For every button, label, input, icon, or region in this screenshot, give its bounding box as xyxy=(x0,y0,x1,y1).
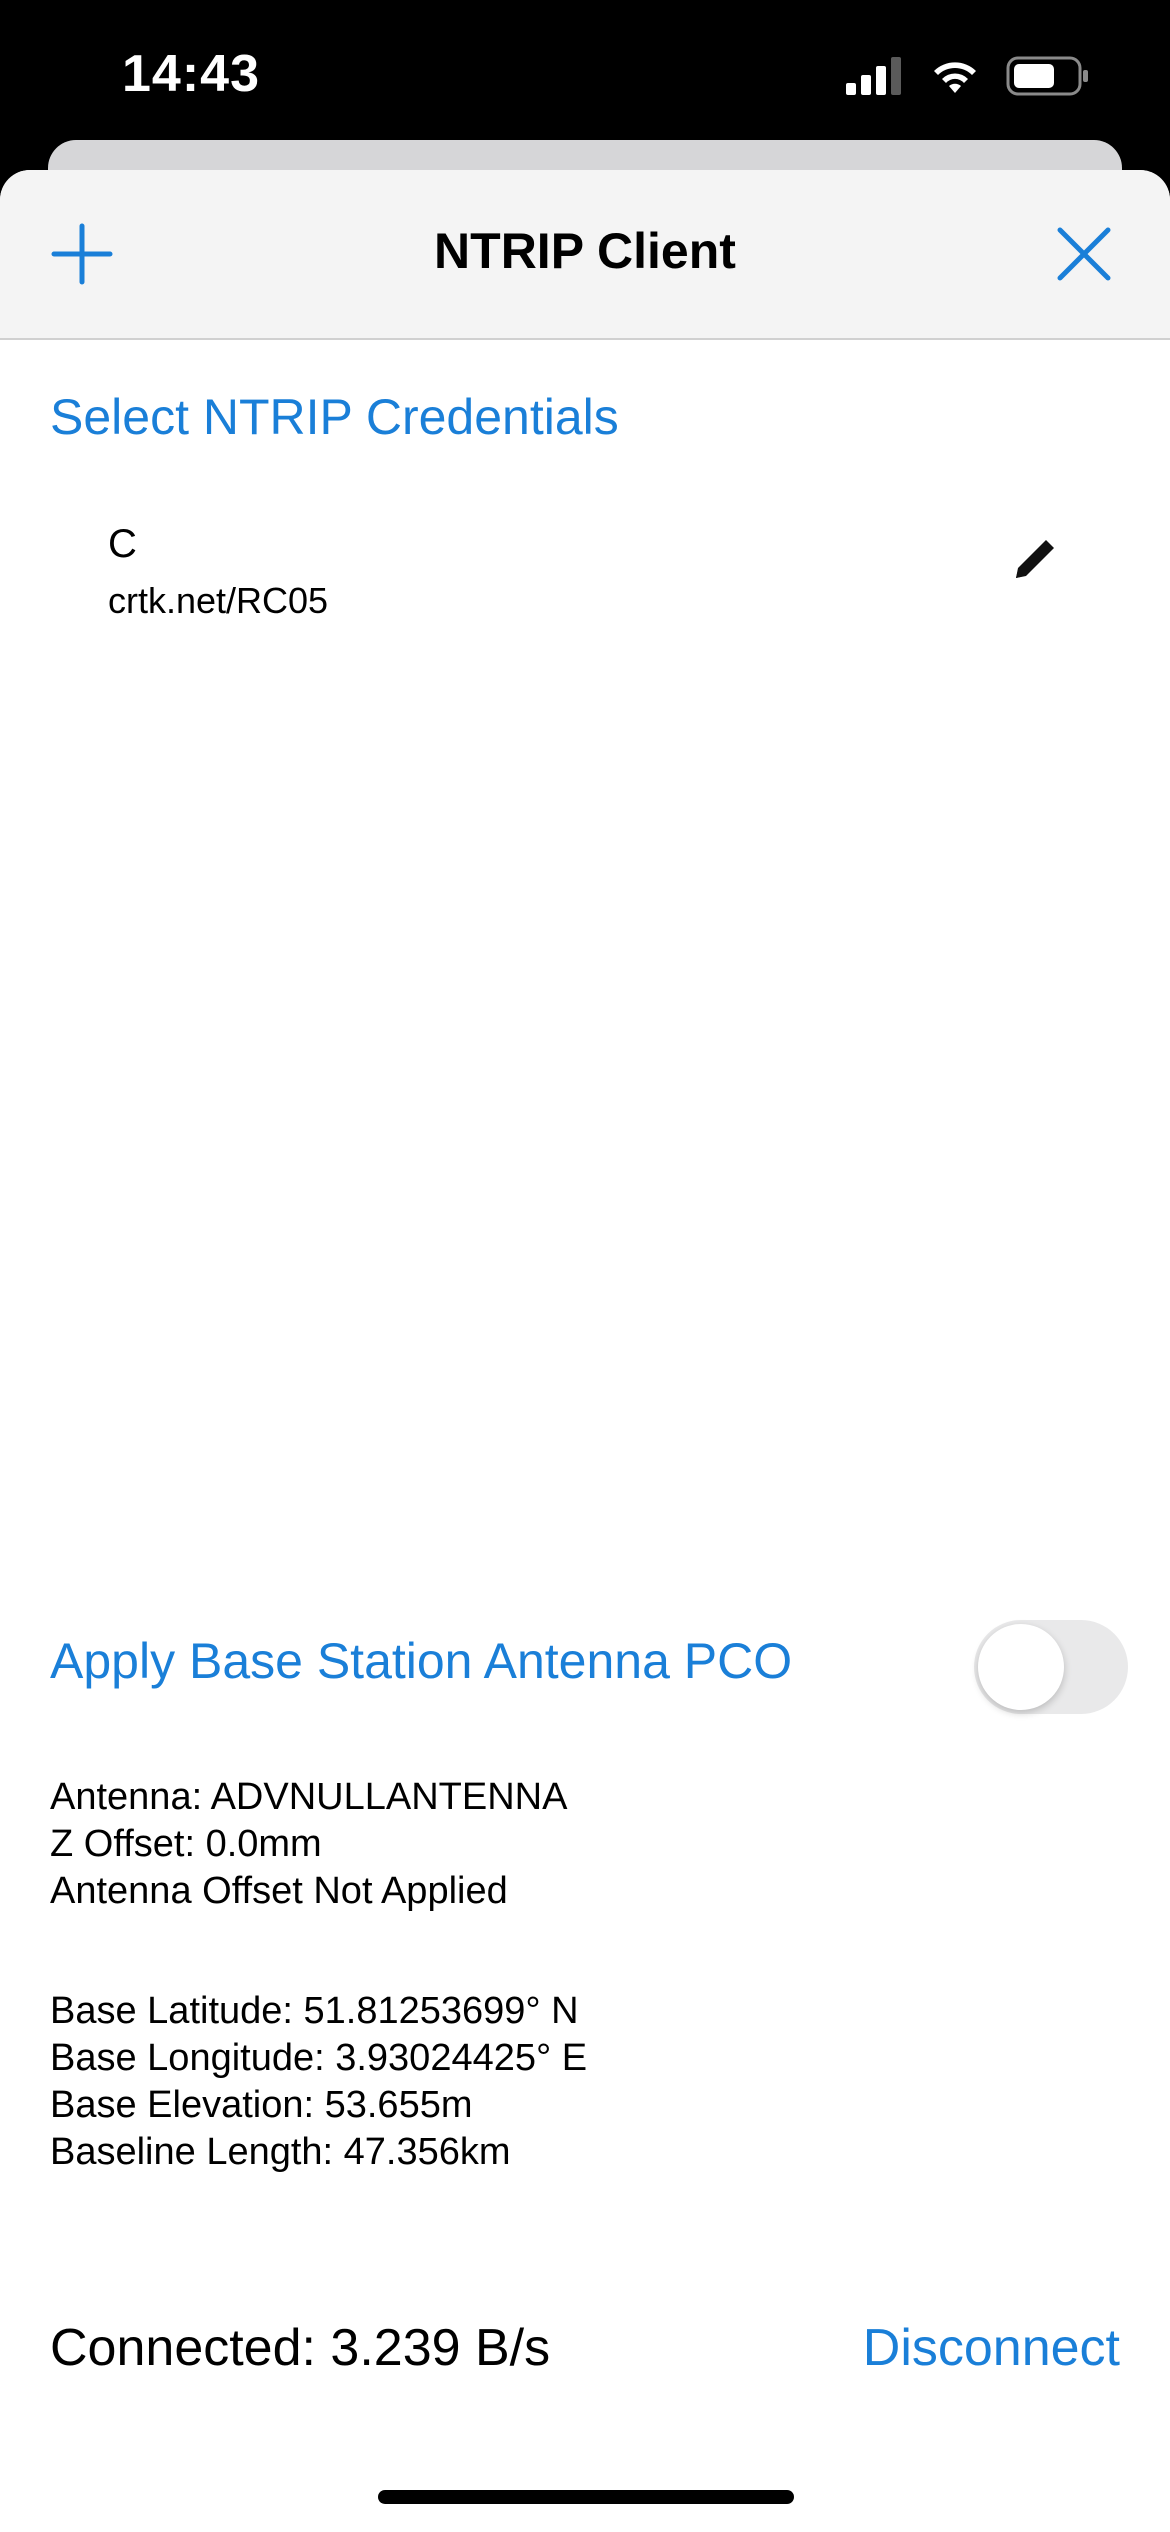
status-icons xyxy=(846,56,1090,96)
base-station-info: Base Latitude: 51.81253699° N Base Longi… xyxy=(50,1988,587,2176)
credential-name: C xyxy=(108,522,137,566)
base-latitude: Base Latitude: 51.81253699° N xyxy=(50,1990,579,2032)
battery-icon xyxy=(1006,56,1088,96)
status-time: 14:43 xyxy=(122,45,260,103)
z-offset: Z Offset: 0.0mm xyxy=(50,1823,322,1865)
select-credentials-link[interactable]: Select NTRIP Credentials xyxy=(50,388,619,446)
credential-url: crtk.net/RC05 xyxy=(108,580,329,621)
antenna-pco-toggle[interactable] xyxy=(974,1620,1128,1714)
wifi-icon xyxy=(934,62,976,93)
page-title: NTRIP Client xyxy=(434,223,736,279)
pencil-icon[interactable] xyxy=(1010,534,1060,584)
antenna-info: Antenna: ADVNULLANTENNA Z Offset: 0.0mm … xyxy=(50,1774,567,1915)
base-elevation: Base Elevation: 53.655m xyxy=(50,2084,473,2126)
toggle-knob xyxy=(978,1624,1064,1710)
base-longitude: Base Longitude: 3.93024425° E xyxy=(50,2037,588,2079)
close-icon[interactable] xyxy=(1052,222,1116,286)
disconnect-button[interactable]: Disconnect xyxy=(863,2318,1120,2378)
antenna-name: Antenna: ADVNULLANTENNA xyxy=(50,1776,568,1818)
ntrip-client-sheet: NTRIP Client Select NTRIP Credentials C … xyxy=(0,170,1170,2532)
screen: 14:43 NTRIP Client Select NTRIP Credenti… xyxy=(0,0,1170,2532)
home-indicator[interactable] xyxy=(378,2490,794,2504)
connection-status: Connected: 3.239 B/s xyxy=(50,2319,551,2377)
baseline-length: Baseline Length: 47.356km xyxy=(50,2131,511,2173)
cellular-signal-icon xyxy=(846,57,901,95)
status-bar: 14:43 xyxy=(0,0,1170,150)
apply-antenna-pco-label: Apply Base Station Antenna PCO xyxy=(50,1633,793,1689)
antenna-offset-status: Antenna Offset Not Applied xyxy=(50,1870,508,1912)
credential-list-item[interactable]: C crtk.net/RC05 xyxy=(0,510,1170,650)
navigation-bar: NTRIP Client xyxy=(0,170,1170,340)
